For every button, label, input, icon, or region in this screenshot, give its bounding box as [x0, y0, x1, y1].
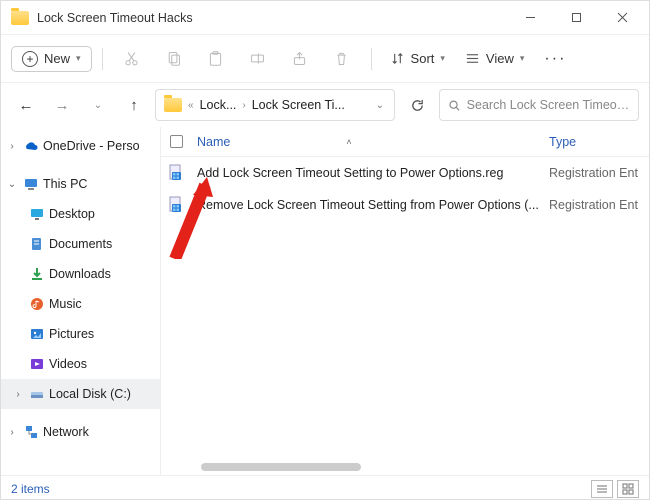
sidebar-label: This PC [43, 177, 87, 191]
file-type: Registration Ent [549, 166, 649, 180]
sidebar-label: Downloads [49, 267, 111, 281]
chevron-down-icon[interactable]: ⌄ [83, 90, 113, 120]
sidebar-label: Videos [49, 357, 87, 371]
new-button[interactable]: + New ▾ [11, 46, 92, 72]
sidebar-label: Music [49, 297, 82, 311]
horizontal-scrollbar[interactable] [201, 463, 361, 471]
sort-icon [390, 51, 405, 66]
details-view-button[interactable] [591, 480, 613, 498]
chevron-down-icon[interactable]: ⌄ [370, 100, 390, 111]
up-button[interactable]: ↑ [119, 90, 149, 120]
sidebar-label: Documents [49, 237, 112, 251]
sidebar-item-downloads[interactable]: Downloads [1, 259, 160, 289]
folder-icon [11, 11, 29, 25]
minimize-button[interactable] [507, 1, 553, 35]
file-name: Add Lock Screen Timeout Setting to Power… [191, 166, 549, 180]
separator [371, 48, 372, 70]
back-button[interactable]: ← [11, 90, 41, 120]
chevron-right-icon[interactable]: › [11, 389, 25, 400]
close-button[interactable] [599, 1, 645, 35]
documents-icon [29, 236, 45, 252]
sidebar-label: Network [43, 425, 89, 439]
reg-file-icon [161, 164, 191, 182]
column-name[interactable]: Name ˄ [191, 135, 549, 149]
status-bar: 2 items [1, 475, 649, 501]
breadcrumb-seg[interactable]: Lock... [198, 98, 239, 112]
separator [102, 48, 103, 70]
view-icon [465, 51, 480, 66]
videos-icon [29, 356, 45, 372]
chevron-down-icon: ▾ [520, 53, 525, 64]
search-placeholder: Search Lock Screen Timeou... [467, 98, 630, 112]
folder-icon [164, 98, 182, 112]
file-row[interactable]: Remove Lock Screen Timeout Setting from … [161, 189, 649, 221]
sidebar-item-music[interactable]: Music [1, 289, 160, 319]
toolbar: + New ▾ Sort ▾ View ▾ ··· [1, 35, 649, 83]
file-type: Registration Ent [549, 198, 649, 212]
pictures-icon [29, 326, 45, 342]
file-name: Remove Lock Screen Timeout Setting from … [191, 198, 549, 212]
sidebar-label: Desktop [49, 207, 95, 221]
breadcrumb-seg[interactable]: Lock Screen Ti... [250, 98, 347, 112]
reg-file-icon [161, 196, 191, 214]
chevron-down-icon[interactable]: ⌄ [5, 179, 19, 190]
paste-button[interactable] [197, 42, 235, 76]
new-label: New [44, 51, 70, 66]
address-bar[interactable]: « Lock... › Lock Screen Ti... ⌄ [155, 89, 395, 121]
music-icon [29, 296, 45, 312]
sidebar-item-videos[interactable]: Videos [1, 349, 160, 379]
downloads-icon [29, 266, 45, 282]
status-count: 2 items [11, 482, 50, 496]
file-row[interactable]: Add Lock Screen Timeout Setting to Power… [161, 157, 649, 189]
desktop-icon [29, 206, 45, 222]
chevron-down-icon: ▾ [440, 53, 445, 64]
sidebar-item-documents[interactable]: Documents [1, 229, 160, 259]
column-headers: Name ˄ Type [161, 127, 649, 157]
cut-button[interactable] [113, 42, 151, 76]
thispc-icon [23, 176, 39, 192]
sort-label: Sort [411, 51, 435, 66]
search-icon [448, 99, 461, 112]
chevron-right-icon[interactable]: › [5, 427, 19, 438]
chevron-down-icon: ▾ [76, 53, 81, 64]
sidebar-item-thispc[interactable]: ⌄ This PC [1, 169, 160, 199]
nav-row: ← → ⌄ ↑ « Lock... › Lock Screen Ti... ⌄ … [1, 83, 649, 127]
sidebar-item-onedrive[interactable]: › OneDrive - Perso [1, 131, 160, 161]
share-button[interactable] [281, 42, 319, 76]
content-area: Name ˄ Type Add Lock Screen Timeout Sett… [161, 127, 649, 475]
more-button[interactable]: ··· [536, 50, 574, 68]
network-icon [23, 424, 39, 440]
sidebar-item-desktop[interactable]: Desktop [1, 199, 160, 229]
column-type[interactable]: Type [549, 135, 649, 149]
select-all-checkbox[interactable] [161, 135, 191, 148]
sidebar-label: Local Disk (C:) [49, 387, 131, 401]
rename-button[interactable] [239, 42, 277, 76]
search-input[interactable]: Search Lock Screen Timeou... [439, 89, 639, 121]
delete-button[interactable] [323, 42, 361, 76]
sidebar-label: Pictures [49, 327, 94, 341]
drive-icon [29, 386, 45, 402]
maximize-button[interactable] [553, 1, 599, 35]
plus-icon: + [22, 51, 38, 67]
chevron-right-icon[interactable]: › [5, 141, 19, 152]
forward-button[interactable]: → [47, 90, 77, 120]
refresh-button[interactable] [401, 89, 433, 121]
copy-button[interactable] [155, 42, 193, 76]
view-label: View [486, 51, 514, 66]
sort-button[interactable]: Sort ▾ [382, 47, 453, 70]
window-title: Lock Screen Timeout Hacks [37, 11, 507, 25]
sidebar-item-localdisk[interactable]: › Local Disk (C:) [1, 379, 160, 409]
sidebar-item-pictures[interactable]: Pictures [1, 319, 160, 349]
sidebar-item-network[interactable]: › Network [1, 417, 160, 447]
view-button[interactable]: View ▾ [457, 47, 532, 70]
sort-indicator-icon: ˄ [346, 137, 351, 147]
thumbnails-view-button[interactable] [617, 480, 639, 498]
breadcrumb-sep: › [240, 100, 247, 111]
breadcrumb-sep: « [186, 100, 196, 111]
sidebar: › OneDrive - Perso ⌄ This PC Desktop Doc… [1, 127, 161, 475]
main: › OneDrive - Perso ⌄ This PC Desktop Doc… [1, 127, 649, 475]
sidebar-label: OneDrive - Perso [43, 139, 140, 153]
onedrive-icon [23, 138, 39, 154]
titlebar: Lock Screen Timeout Hacks [1, 1, 649, 35]
